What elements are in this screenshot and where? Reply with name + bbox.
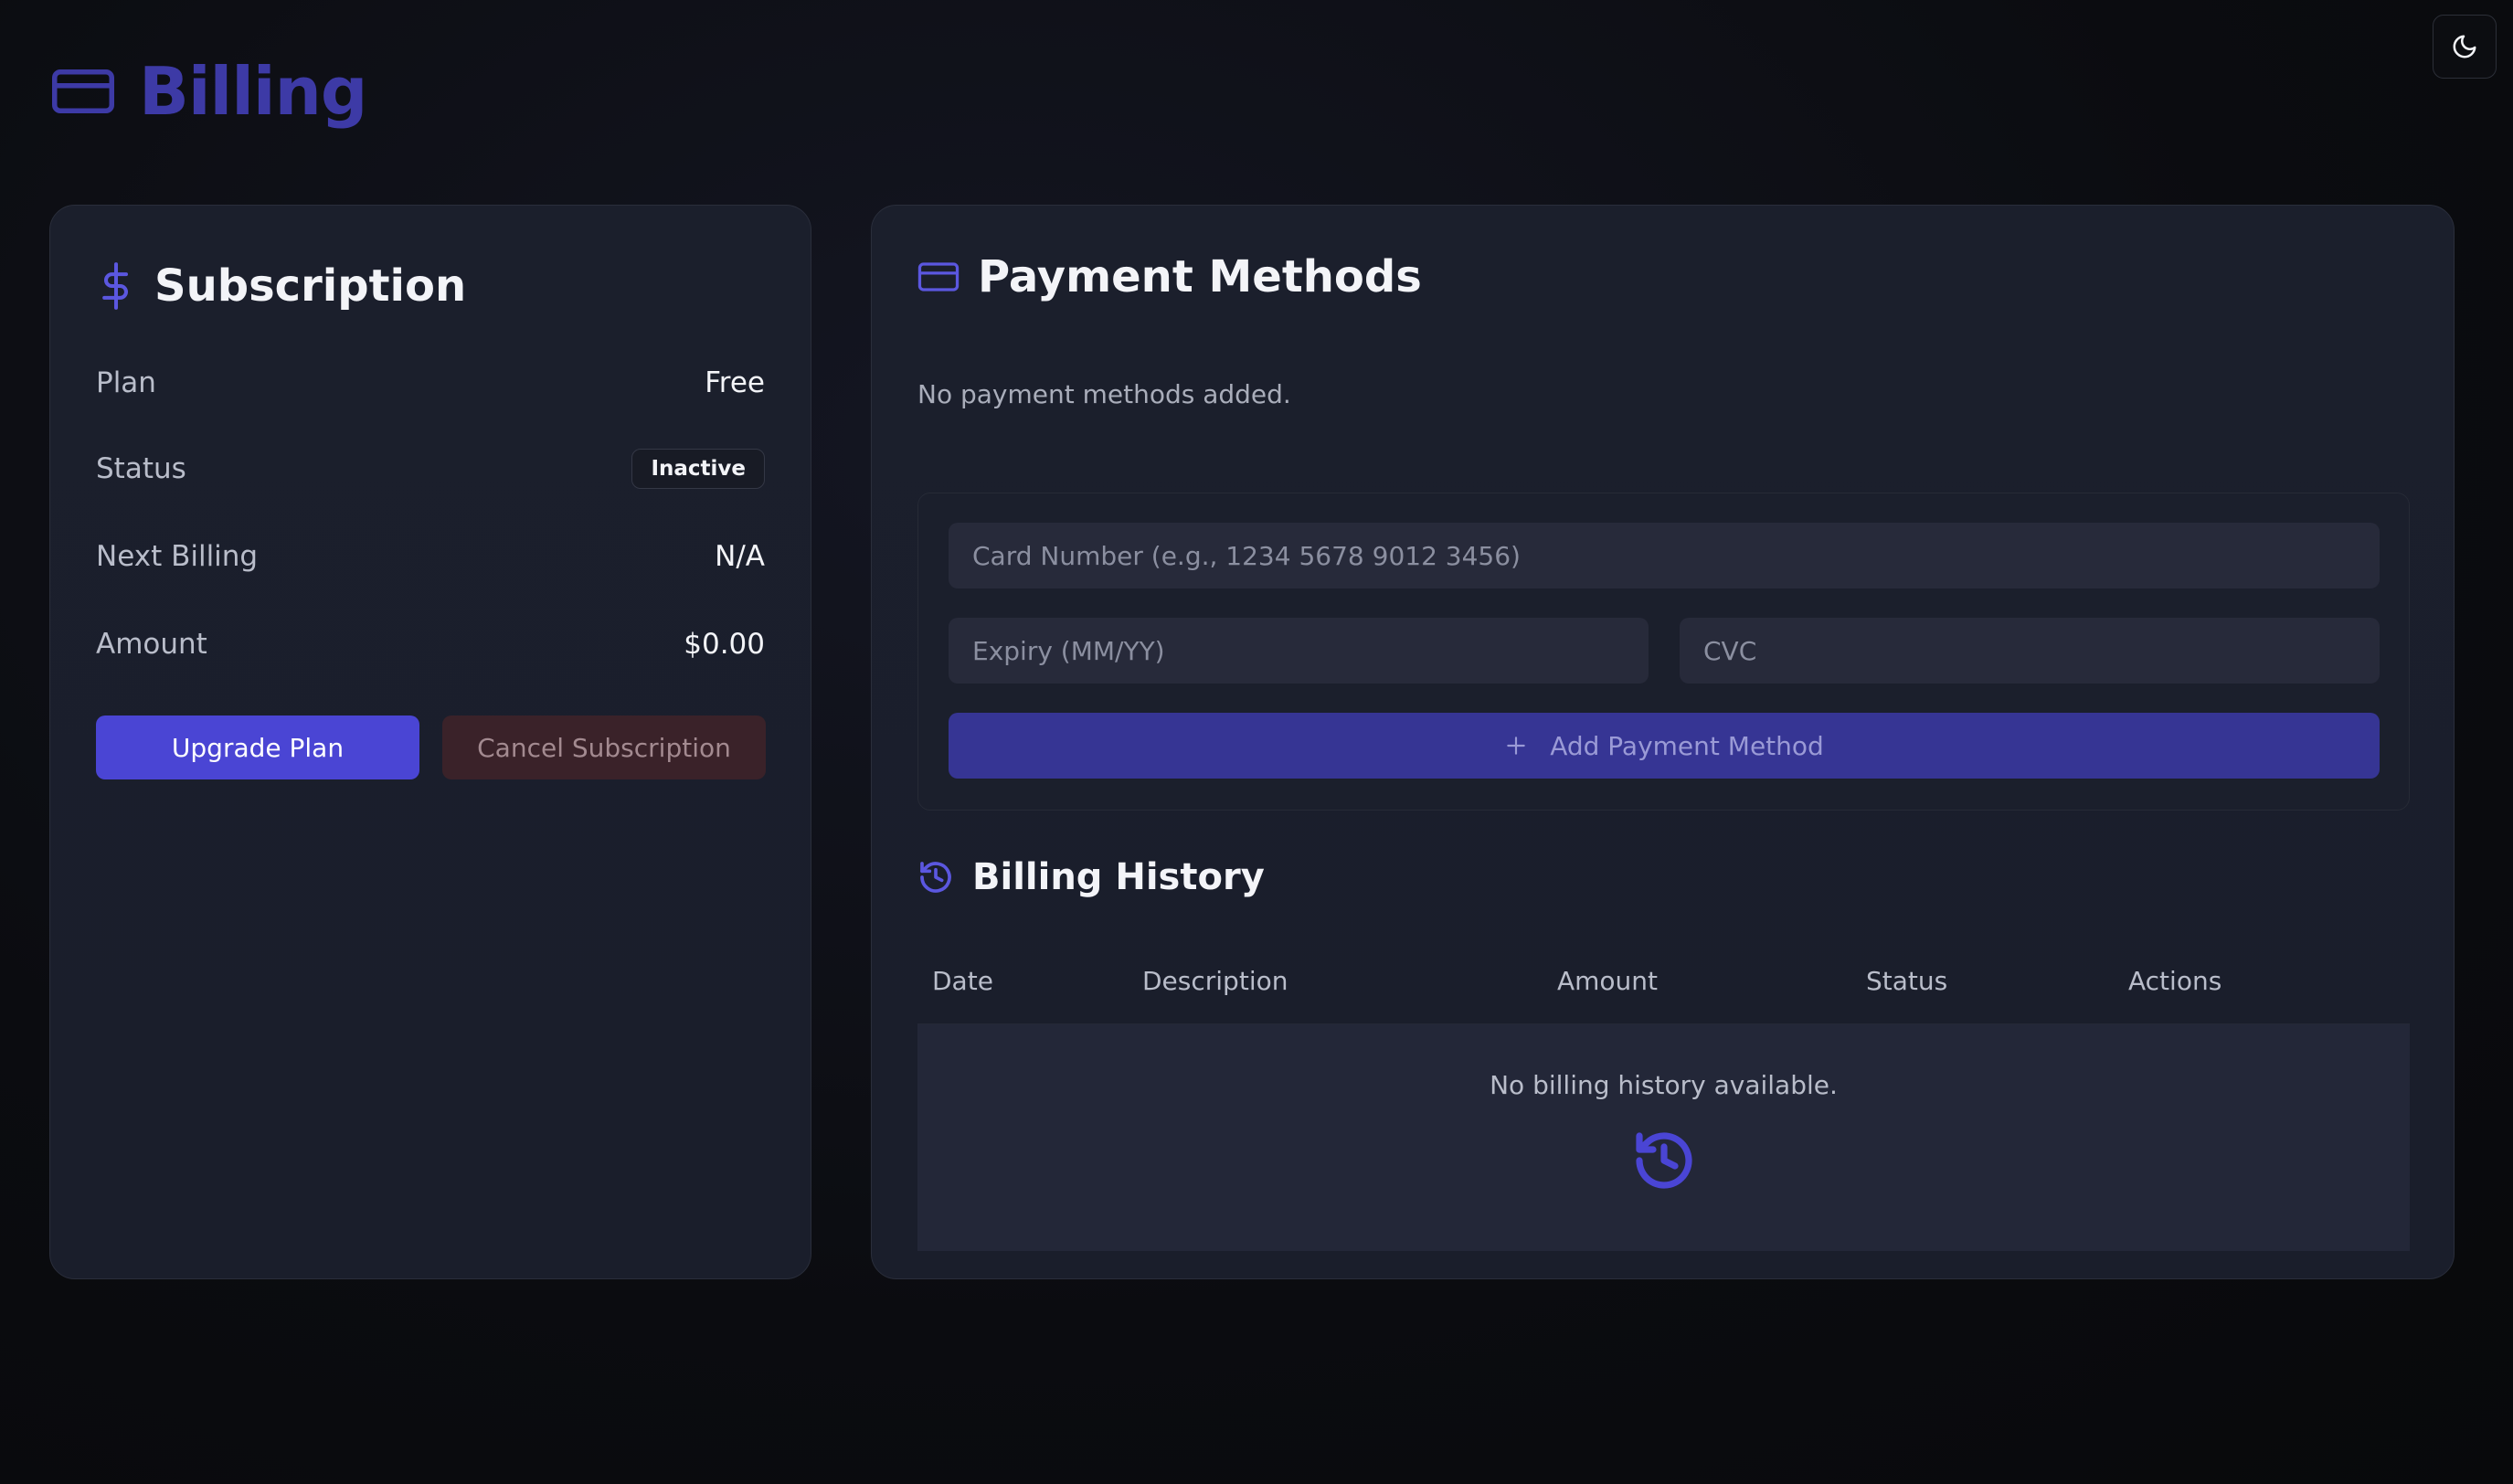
amount-value: $0.00 xyxy=(684,628,765,661)
history-icon xyxy=(920,862,951,893)
plan-label: Plan xyxy=(96,366,156,399)
history-icon xyxy=(1635,1132,1692,1189)
column-header-actions: Actions xyxy=(2128,966,2222,996)
plan-value: Free xyxy=(705,366,765,399)
credit-card-icon xyxy=(917,262,960,292)
table-header: Date Description Amount Status Actions xyxy=(917,944,2410,1024)
plan-row: Plan Free xyxy=(96,366,765,399)
billing-page: Billing Subscription Plan Free Status In… xyxy=(0,0,2513,1484)
dollar-icon xyxy=(102,262,129,310)
upgrade-plan-button[interactable]: Upgrade Plan xyxy=(96,716,419,779)
payment-methods-title: Payment Methods xyxy=(978,251,1422,302)
add-payment-method-button[interactable]: Add Payment Method xyxy=(949,713,2380,779)
amount-label: Amount xyxy=(96,628,207,661)
cvc-input[interactable] xyxy=(1680,618,2380,684)
expiry-input[interactable] xyxy=(949,618,1649,684)
moon-icon xyxy=(2453,35,2476,58)
billing-history-title: Billing History xyxy=(972,856,1265,898)
add-payment-method-label: Add Payment Method xyxy=(1550,730,1824,761)
next-billing-label: Next Billing xyxy=(96,540,259,573)
column-header-description: Description xyxy=(1142,966,1288,996)
column-header-amount: Amount xyxy=(1557,966,1659,996)
no-billing-history-text: No billing history available. xyxy=(1490,1070,1838,1100)
theme-toggle-button[interactable] xyxy=(2433,15,2497,79)
payment-methods-card: Payment Methods No payment methods added… xyxy=(871,205,2455,1279)
billing-history-heading: Billing History xyxy=(917,856,1265,898)
amount-row: Amount $0.00 xyxy=(96,628,765,661)
column-header-status: Status xyxy=(1866,966,1948,996)
status-badge: Inactive xyxy=(631,449,765,489)
no-payment-methods-text: No payment methods added. xyxy=(917,379,1291,409)
card-number-input[interactable] xyxy=(949,523,2380,588)
next-billing-row: Next Billing N/A xyxy=(96,540,765,573)
subscription-card: Subscription Plan Free Status Inactive N… xyxy=(49,205,811,1279)
column-header-date: Date xyxy=(932,966,993,996)
add-payment-form: Add Payment Method xyxy=(917,493,2410,811)
page-header: Billing xyxy=(51,53,367,130)
status-row: Status Inactive xyxy=(96,449,765,489)
payment-methods-heading: Payment Methods xyxy=(917,251,1422,302)
plus-icon xyxy=(1507,737,1525,755)
credit-card-icon xyxy=(52,69,114,113)
cancel-subscription-button[interactable]: Cancel Subscription xyxy=(442,716,766,779)
status-label: Status xyxy=(96,452,186,485)
billing-history-table: Date Description Amount Status Actions N… xyxy=(917,944,2410,1251)
table-body: No billing history available. xyxy=(917,1024,2410,1251)
next-billing-value: N/A xyxy=(715,540,765,573)
subscription-title: Subscription xyxy=(154,260,467,312)
page-title: Billing xyxy=(139,53,367,130)
subscription-heading: Subscription xyxy=(96,260,466,312)
